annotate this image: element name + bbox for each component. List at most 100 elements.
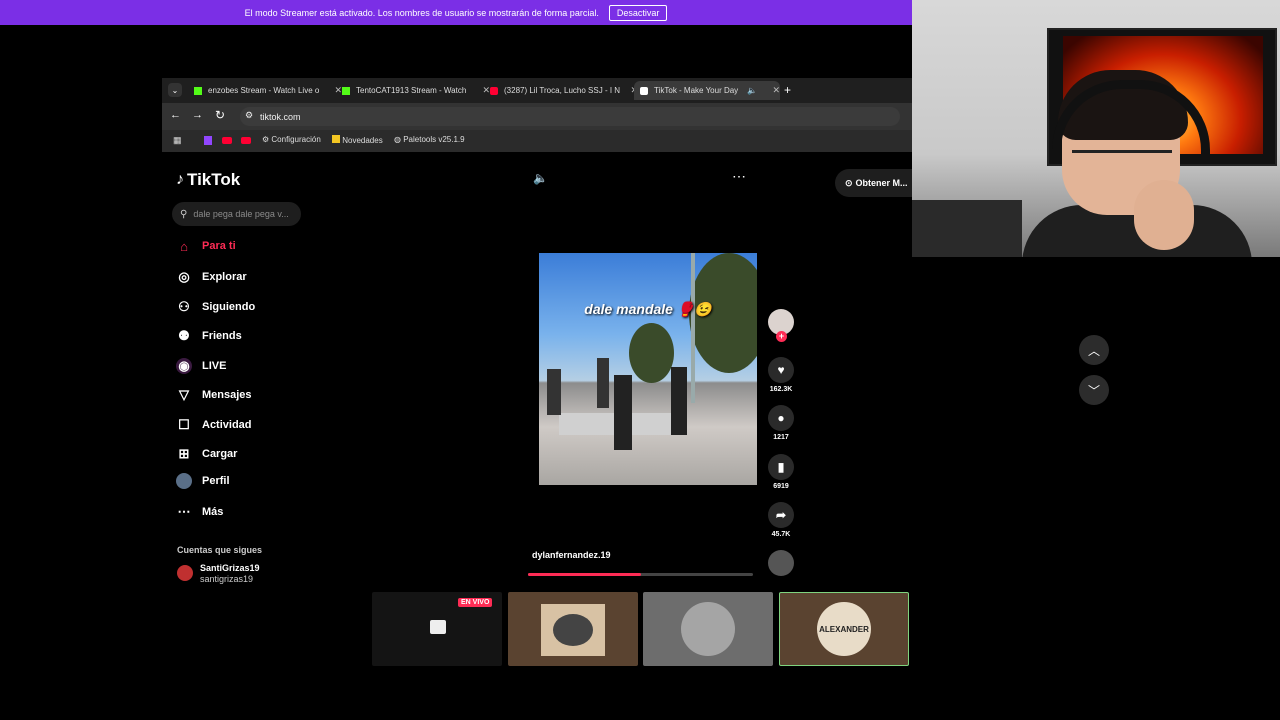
thumbnail-car[interactable] xyxy=(643,592,773,666)
nav-label: Mensajes xyxy=(202,389,252,401)
account-avatar[interactable] xyxy=(177,565,193,581)
next-video-button[interactable]: ﹀ xyxy=(1079,375,1109,405)
browser-tab-bar: ⌄ enzobes Stream - Watch Live o ✕ TentoCA… xyxy=(162,78,912,103)
music-disc[interactable] xyxy=(767,550,795,579)
tab-label: (3287) Lil Troca, Lucho SSJ - I N xyxy=(504,86,621,95)
home-icon: ⌂ xyxy=(180,238,188,254)
site-info-icon[interactable]: ⚙ xyxy=(245,110,253,121)
monitor-icon xyxy=(430,620,446,634)
following-accounts-title: Cuentas que sigues xyxy=(177,545,263,555)
chevron-up-icon: ︿ xyxy=(1087,343,1100,358)
settings-icon: ⚙ xyxy=(262,135,272,144)
bookmark-config[interactable]: ⚙ Configuración xyxy=(262,135,321,144)
creator-avatar[interactable]: + xyxy=(767,309,795,342)
like-button[interactable]: ♥ 162.3K xyxy=(767,357,795,393)
thumbnail-raccoon[interactable] xyxy=(508,592,638,666)
user-follow-icon: ⚇ xyxy=(178,299,190,314)
forward-icon[interactable]: → xyxy=(192,109,203,121)
nav-label: LIVE xyxy=(202,360,227,372)
live-badge: EN VIVO xyxy=(458,598,493,607)
thumbnail-live[interactable]: EN VIVO xyxy=(372,592,502,666)
video-username[interactable]: dylanfernandez.19 xyxy=(532,550,611,560)
tiktok-logo[interactable]: ♪ TikTok xyxy=(176,170,240,190)
nav-label: Explorar xyxy=(202,271,247,283)
close-icon[interactable]: ✕ xyxy=(766,85,780,96)
apps-icon[interactable]: ▦ xyxy=(173,135,182,146)
tiktok-icon xyxy=(640,86,648,95)
address-bar: ← → ↻ ⚙ tiktok.com xyxy=(162,103,912,130)
music-disc-icon xyxy=(768,550,794,576)
account-name[interactable]: SantiGrizas19 xyxy=(200,563,260,573)
nav-label: Más xyxy=(202,506,224,518)
raccoon-image xyxy=(541,604,605,656)
car-image xyxy=(681,602,735,656)
upload-icon: ⊞ xyxy=(178,446,190,461)
progress-fill xyxy=(528,573,641,576)
alexander-image: ALEXANDER xyxy=(817,602,871,656)
kick-icon xyxy=(342,86,350,95)
comment-button[interactable]: ● 1217 xyxy=(767,405,795,441)
inbox-icon: ☐ xyxy=(178,417,190,432)
tab-enzobes[interactable]: enzobes Stream - Watch Live o ✕ xyxy=(190,81,342,100)
nav-label: Siguiendo xyxy=(202,301,256,313)
logo-text: TikTok xyxy=(187,170,241,189)
nav-for-you[interactable]: ⌂ Para ti xyxy=(176,236,236,256)
get-app-button[interactable]: ⊙ Obtener M... xyxy=(835,169,912,197)
speaker-icon[interactable]: 🔈 xyxy=(747,86,757,95)
nav-friends[interactable]: ⚉ Friends xyxy=(176,326,242,346)
nav-activity[interactable]: ☐ Actividad xyxy=(176,415,252,435)
bookmark-novedades[interactable]: Novedades xyxy=(332,135,383,145)
previous-video-button[interactable]: ︿ xyxy=(1079,335,1109,365)
bookmark-label: Novedades xyxy=(342,136,383,145)
save-button[interactable]: ▮ 6919 xyxy=(767,454,795,490)
tiktok-page: ♪ TikTok ⚲ dale pega dale pega v... ⌂ Para… xyxy=(162,152,912,590)
webcam-feed xyxy=(912,0,1280,257)
get-app-label: Obtener M... xyxy=(855,178,908,188)
search-input[interactable]: ⚲ dale pega dale pega v... xyxy=(172,202,301,226)
avatar xyxy=(176,473,192,489)
reload-icon[interactable]: ↻ xyxy=(215,108,225,122)
nav-label: Cargar xyxy=(202,448,238,460)
url-field[interactable]: ⚙ tiktok.com xyxy=(240,107,900,126)
comment-count: 1217 xyxy=(773,434,789,441)
volume-icon[interactable]: 🔈 xyxy=(533,171,548,185)
like-count: 162.3K xyxy=(769,386,793,393)
progress-bar[interactable] xyxy=(528,573,753,576)
more-icon: ⋯ xyxy=(177,504,191,519)
video-caption: dale mandale 🥊😉 xyxy=(584,301,712,317)
tab-tentocat[interactable]: TentoCAT1913 Stream - Watch ✕ xyxy=(338,81,490,100)
nav-messages[interactable]: ▽ Mensajes xyxy=(176,385,252,405)
video-player[interactable]: dale mandale 🥊😉 xyxy=(539,253,757,485)
nav-live[interactable]: ◉ LIVE xyxy=(176,356,226,376)
youtube-icon xyxy=(490,86,498,95)
back-icon[interactable]: ← xyxy=(170,109,181,121)
bookmark-paletools[interactable]: ◍ Paletools v25.1.9 xyxy=(394,135,465,144)
youtube-icon[interactable] xyxy=(241,137,251,144)
tab-search-icon[interactable]: ⌄ xyxy=(168,83,182,97)
new-tab-icon[interactable]: + xyxy=(784,83,791,97)
live-icon: ◉ xyxy=(176,358,192,374)
nav-profile[interactable]: Perfil xyxy=(176,471,230,491)
alexander-text: ALEXANDER xyxy=(819,624,869,634)
youtube-icon[interactable] xyxy=(222,137,232,144)
nav-label: Actividad xyxy=(202,419,252,431)
twitch-icon[interactable] xyxy=(204,136,212,145)
tab-youtube[interactable]: (3287) Lil Troca, Lucho SSJ - I N✕ xyxy=(486,81,638,100)
tab-label: enzobes Stream - Watch Live o xyxy=(208,86,320,95)
nav-upload[interactable]: ⊞ Cargar xyxy=(176,444,238,464)
follow-plus-icon[interactable]: + xyxy=(776,331,787,342)
deactivate-button[interactable]: Desactivar xyxy=(608,4,668,21)
nav-explore[interactable]: ◎ Explorar xyxy=(176,267,247,287)
nav-more[interactable]: ⋯ Más xyxy=(176,502,224,522)
share-button[interactable]: ➦ 45.7K xyxy=(767,502,795,538)
friends-icon: ⚉ xyxy=(178,328,190,343)
chevron-down-icon: ﹀ xyxy=(1087,383,1100,398)
thumbnail-alexander[interactable]: ALEXANDER xyxy=(779,592,909,666)
bookmark-icon: ▮ xyxy=(768,454,794,480)
microphone-arm xyxy=(912,200,1022,257)
tab-tiktok[interactable]: TikTok - Make Your Day 🔈 ✕ xyxy=(634,81,780,100)
share-icon: ➦ xyxy=(768,502,794,528)
more-options-icon[interactable]: ⋯ xyxy=(732,168,746,185)
nav-following[interactable]: ⚇ Siguiendo xyxy=(176,297,255,317)
heart-icon: ♥ xyxy=(768,357,794,383)
